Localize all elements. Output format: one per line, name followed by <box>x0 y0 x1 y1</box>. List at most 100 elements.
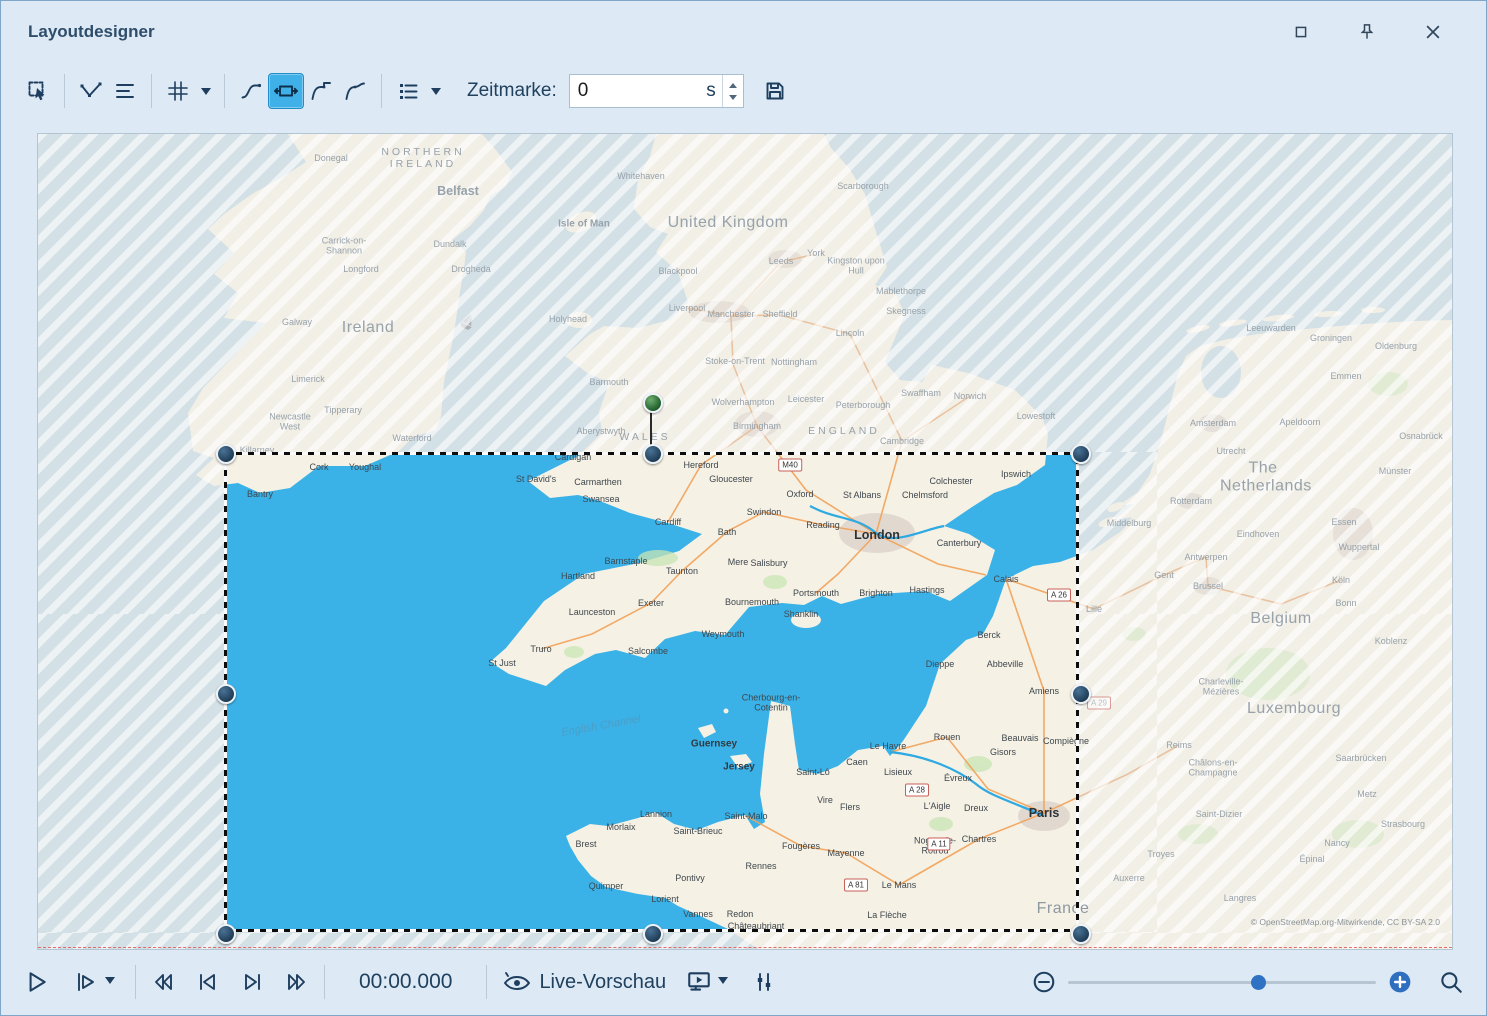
list-dropdown chevron-down-icon[interactable] <box>431 88 441 100</box>
step-play-dropdown chevron-down-icon[interactable] <box>105 977 115 989</box>
selection-handle-bottom-left[interactable] <box>216 924 236 944</box>
keyframe-curve-button[interactable] <box>74 74 108 108</box>
selection-handle-bottom-right[interactable] <box>1071 924 1091 944</box>
smooth-path-button[interactable] <box>234 74 268 108</box>
curve-corner-button[interactable] <box>304 74 338 108</box>
selection-arrow-icon <box>26 79 50 103</box>
pin-icon <box>1357 22 1377 42</box>
curve-smooth-button[interactable] <box>338 74 372 108</box>
magnifier-icon <box>1438 969 1464 995</box>
grid-icon <box>166 79 190 103</box>
zoom-out-button[interactable] <box>1032 970 1056 994</box>
map-label: Drogheda <box>451 264 491 274</box>
grid-dropdown chevron-down-icon[interactable] <box>201 88 211 100</box>
zoom-slider-thumb[interactable] <box>1251 975 1266 990</box>
save-button[interactable] <box>758 74 792 108</box>
zeitmarke-input[interactable] <box>570 80 707 102</box>
transport-separator <box>324 965 325 999</box>
map-label: Waterford <box>392 433 431 443</box>
play-button[interactable] <box>23 969 49 995</box>
map-label: Épinal <box>1299 854 1324 864</box>
selection-handle-top-middle[interactable] <box>643 444 663 464</box>
zeitmarke-spinner-down[interactable] <box>723 91 743 107</box>
skip-start-icon <box>152 970 176 994</box>
map-label: Birmingham <box>733 421 781 431</box>
map-label: Aberystwyth <box>576 426 625 436</box>
map-label: Middelburg <box>1107 518 1152 528</box>
map-label: ENGLAND <box>808 425 880 437</box>
map-attribution: © OpenStreetMap.org-Mitwirkende, CC BY-S… <box>1251 917 1440 927</box>
step-play-button[interactable] <box>75 970 99 994</box>
map-label: Leeuwarden <box>1246 323 1296 333</box>
selection-handle-bottom-middle[interactable] <box>643 924 663 944</box>
map-label: Koblenz <box>1375 636 1408 646</box>
map-label: Nottingham <box>771 357 817 367</box>
map-label: Sheffield <box>763 309 798 319</box>
map-label: Bonn <box>1335 598 1356 608</box>
save-icon <box>763 79 787 103</box>
tracks-button[interactable] <box>108 74 142 108</box>
time-display: 00:00.000 <box>359 970 452 994</box>
skip-start-button[interactable] <box>152 970 176 994</box>
presentation-button[interactable] <box>686 969 712 995</box>
list-icon <box>396 79 420 103</box>
selection-handle-middle-left[interactable] <box>216 684 236 704</box>
pin-button[interactable] <box>1354 19 1380 45</box>
map-label: Leicester <box>788 394 825 404</box>
motion-frame-button[interactable] <box>268 73 304 109</box>
grid-button[interactable] <box>161 74 195 108</box>
selection-frame[interactable] <box>224 452 1079 932</box>
map-label: Skegness <box>886 306 926 316</box>
selection-handle-top-right[interactable] <box>1071 444 1091 464</box>
map-label: Lincoln <box>836 328 865 338</box>
next-frame-icon <box>240 970 264 994</box>
map-label: Ireland <box>342 319 394 337</box>
map-label: Barmouth <box>589 377 628 387</box>
map-label: Auxerre <box>1113 873 1145 883</box>
map-label: Metz <box>1357 789 1377 799</box>
map-label: Brussel <box>1193 581 1223 591</box>
selection-handle-middle-right[interactable] <box>1071 684 1091 704</box>
close-button[interactable] <box>1420 19 1446 45</box>
map-label: Blackpool <box>658 266 697 276</box>
zoom-in-button[interactable] <box>1388 970 1412 994</box>
map-label: Carrick-on-Shannon <box>307 236 381 257</box>
zeitmarke-spinner-up[interactable] <box>723 75 743 91</box>
window-title: Layoutdesigner <box>28 22 155 42</box>
curve-corner-icon <box>309 79 333 103</box>
map-canvas[interactable]: United KingdomIrelandFranceBelgiumThe Ne… <box>38 134 1452 949</box>
s-curve-icon <box>239 79 263 103</box>
map-label: Gent <box>1154 570 1174 580</box>
map-label: Köln <box>1332 575 1350 585</box>
map-label: Leeds <box>769 256 794 266</box>
zoom-tool-button[interactable] <box>1438 969 1464 995</box>
close-icon <box>1423 22 1443 42</box>
maximize-button[interactable] <box>1288 19 1314 45</box>
skip-end-button[interactable] <box>284 970 308 994</box>
map-label: Cambridge <box>880 436 924 446</box>
rotation-handle[interactable] <box>643 393 663 413</box>
zeitmarke-label: Zeitmarke: <box>467 80 557 102</box>
map-label: Osnabrück <box>1399 431 1443 441</box>
toolbar-separator <box>224 74 225 108</box>
map-label: Galway <box>282 317 312 327</box>
transport-separator <box>486 965 487 999</box>
minus-circle-icon <box>1032 970 1056 994</box>
selection-handle-top-left[interactable] <box>216 444 236 464</box>
select-tool-button[interactable] <box>21 74 55 108</box>
levels-button[interactable] <box>752 970 776 994</box>
eye-icon <box>503 970 531 994</box>
live-preview-toggle[interactable] <box>503 970 531 994</box>
map-label: Emmen <box>1330 371 1361 381</box>
zoom-slider[interactable] <box>1068 981 1376 984</box>
presentation-dropdown chevron-down-icon[interactable] <box>718 977 728 989</box>
prev-frame-button[interactable] <box>196 970 220 994</box>
map-label: Wolverhampton <box>712 397 775 407</box>
next-frame-button[interactable] <box>240 970 264 994</box>
map-label: Manchester <box>707 309 754 319</box>
lines-icon <box>113 79 137 103</box>
road-shield: A 29 <box>1087 697 1111 710</box>
map-label: NORTHERN IRELAND <box>375 146 471 170</box>
map-label: Nancy <box>1324 838 1350 848</box>
list-button[interactable] <box>391 74 425 108</box>
